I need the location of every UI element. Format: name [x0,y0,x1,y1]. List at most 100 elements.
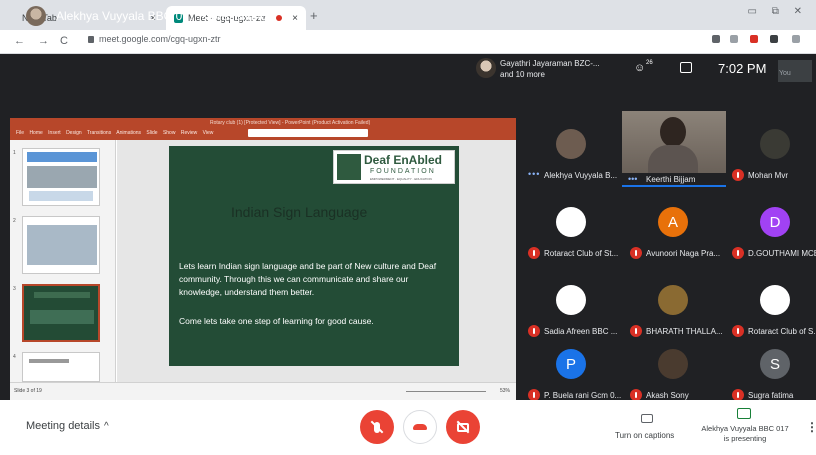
extension-icon[interactable] [750,35,758,43]
window-controls[interactable]: ▭ ⧉ ✕ [747,6,808,17]
captions-button[interactable]: Turn on captions [615,431,674,440]
participant-tile[interactable]: D D.GOUTHAMI MCE [726,201,816,265]
zoom-slider [406,391,486,392]
self-view-label: You [779,70,791,77]
menu-icon[interactable] [792,35,800,43]
hang-up-icon [413,424,427,430]
join-notice[interactable]: Gayathri Jayaraman BZC-... and 10 more [500,58,610,80]
participant-tile[interactable]: A Avunoori Naga Pra... [624,201,722,265]
thumb-number: 1 [13,150,16,156]
tab-close-icon[interactable]: × [292,13,298,24]
slide: Deaf EnAbled FOUNDATION EMPOWERMENT · EQ… [169,146,459,366]
url-field[interactable]: meet.google.com/cgq-ugxn-ztr [88,34,221,44]
avatar [556,207,586,237]
zoom-level: 53% [499,388,510,394]
participant-name: Mohan Mvr [748,171,789,180]
participant-name: Rotaract Club of S... [748,327,816,336]
slide-body: Come lets take one step of learning for … [179,316,374,326]
participant-tile[interactable]: BHARATH THALLA... [624,279,723,343]
hand-logo-icon [337,154,361,180]
avatar: P [556,349,586,379]
meet-top-bar [0,54,816,86]
leave-call-button[interactable] [403,410,437,444]
participant-name: Rotaract Club of St... [544,249,619,258]
star-icon[interactable] [730,35,738,43]
mic-off-icon [528,325,540,337]
participant-name: D.GOUTHAMI MCE [748,249,816,258]
meeting-details-button[interactable]: Meeting details [26,420,100,432]
chat-icon[interactable] [680,62,692,73]
url-text: meet.google.com/cgq-ugxn-ztr [99,34,221,44]
participant-grid: ••• Alekhya Vuyyala B... ••• Keerthi Bij… [520,107,816,407]
powerpoint-menu: File Home Insert Design Transitions Anim… [16,130,214,136]
participant-video [660,117,686,147]
avatar: A [658,207,688,237]
avatar [556,285,586,315]
participant-name: Avunoori Naga Pra... [646,249,721,258]
logo-main-text: Deaf EnAbled [364,153,443,167]
chevron-up-icon[interactable]: ^ [104,421,109,432]
avatar [556,129,586,159]
lock-icon [88,35,94,43]
forward-icon[interactable]: → [38,35,49,47]
present-screen-icon[interactable] [737,408,751,419]
powerpoint-window-title: Rotary club (1) [Protected View] - Power… [210,120,371,126]
logo-sub-text: FOUNDATION [370,168,436,175]
join-notice-line: Gayathri Jayaraman BZC-... [500,59,600,68]
slide-body: Lets learn Indian sign language and be p… [179,261,437,297]
people-count: 26 [646,60,653,66]
participant-tile[interactable]: S Sugra fatima [726,343,816,407]
extension-icon[interactable] [770,35,778,43]
camera-toggle-button[interactable] [446,410,480,444]
present-status-line: is presenting [723,434,767,443]
reload-icon[interactable]: C [60,35,68,47]
participant-name: Sadia Afreen BBC ... [544,327,618,336]
shared-screen: Rotary club (1) [Protected View] - Power… [10,118,516,400]
address-bar: ← → C meet.google.com/cgq-ugxn-ztr [0,30,816,54]
avatar [26,6,46,26]
participant-name: Alekhya Vuyyala B... [544,171,618,180]
slide-title: Indian Sign Language [231,204,368,220]
captions-icon[interactable] [641,414,653,423]
powerpoint-ribbon: Rotary club (1) [Protected View] - Power… [10,118,516,140]
participant-video-tile[interactable]: ••• Keerthi Bijjam [622,111,726,187]
more-options-icon[interactable]: ⋮ [806,420,816,434]
participant-tile[interactable]: Sadia Afreen BBC ... [522,279,620,343]
present-status-line: Alekhya Vuyyala BBC 017 [701,424,789,433]
avatar [476,58,496,78]
logo-tagline: EMPOWERMENT · EQUALITY · EDUCATION [370,177,432,181]
present-status[interactable]: Alekhya Vuyyala BBC 017 is presenting [700,424,790,444]
more-options-icon[interactable]: ••• [628,174,637,184]
slide-thumbnail [22,352,100,382]
slide-thumbnail [22,148,100,206]
recording-dot-icon [276,15,282,21]
participant-tile[interactable]: ••• Alekhya Vuyyala B... [522,123,620,187]
participant-name: BHARATH THALLA... [646,327,723,336]
participant-tile[interactable]: Rotaract Club of S... [726,279,816,343]
back-icon[interactable]: ← [14,35,25,47]
clock: 7:02 PM [718,61,767,76]
camera-permission-icon[interactable] [712,35,720,43]
thumb-number: 4 [13,354,16,360]
participant-name: Keerthi Bijjam [646,175,696,184]
participant-tile[interactable]: Rotaract Club of St... [522,201,620,265]
powerpoint-status-bar: Slide 3 of 19 53% [10,382,516,400]
avatar [760,285,790,315]
more-options-icon[interactable]: ••• [528,169,540,179]
participant-tile[interactable]: P P. Buela rani Gcm 0... [522,343,621,407]
participant-tile[interactable]: Mohan Mvr [726,123,816,187]
mic-off-icon [732,325,744,337]
new-tab-button[interactable]: + [310,8,318,23]
join-notice-line: and 10 more [500,70,545,79]
mic-off-icon [732,169,744,181]
participant-tile[interactable]: Akash Sony [624,343,722,407]
slide-canvas: Deaf EnAbled FOUNDATION EMPOWERMENT · EQ… [117,140,516,382]
deaf-enabled-logo: Deaf EnAbled FOUNDATION EMPOWERMENT · EQ… [333,150,455,184]
presenting-title: Alekhya Vuyyala BBC 017 is presenting [56,9,268,23]
bottom-control-bar: Meeting details ^ Turn on captions Alekh… [0,400,816,455]
avatar [658,349,688,379]
mic-toggle-button[interactable] [360,410,394,444]
slide-thumbnail [22,216,100,274]
avatar [760,129,790,159]
mic-off-icon [630,247,642,259]
